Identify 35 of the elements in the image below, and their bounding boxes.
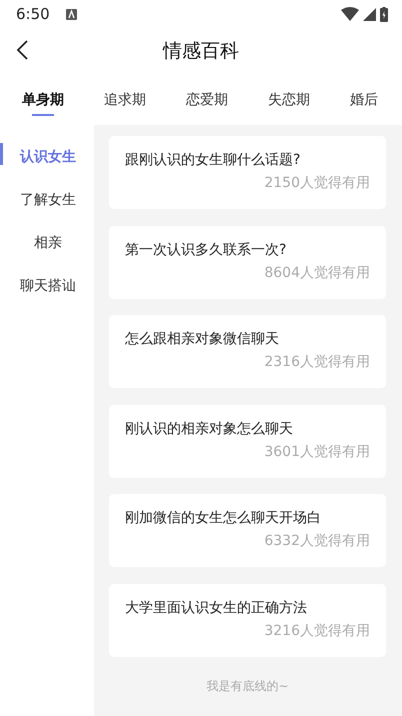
tab[interactable]: 追求期 bbox=[104, 75, 146, 125]
sidebar-item[interactable]: 了解女生 bbox=[0, 179, 94, 222]
useful-count: 3216人觉得有用 bbox=[263, 622, 370, 641]
article-title: 大学里面认识女生的正确方法 bbox=[125, 598, 308, 618]
article-title: 第一次认识多久联系一次? bbox=[125, 240, 288, 260]
useful-count: 6332人觉得有用 bbox=[263, 532, 370, 552]
article-card[interactable]: 刚加微信的女生怎么聊天开场白 6332人觉得有用 bbox=[109, 494, 386, 568]
signal-icon bbox=[363, 8, 376, 20]
sidebar-item[interactable]: 认识女生 bbox=[0, 136, 94, 179]
article-card[interactable]: 刚认识的相亲对象怎么聊天 3601人觉得有用 bbox=[109, 404, 386, 478]
wifi-icon bbox=[341, 7, 359, 21]
battery-icon bbox=[380, 6, 388, 22]
article-title: 刚认识的相亲对象怎么聊天 bbox=[125, 420, 294, 439]
article-card[interactable]: 跟刚认识的女生聊什么话题? 2150人觉得有用 bbox=[109, 136, 386, 209]
tab[interactable]: 恋爱期 bbox=[186, 75, 228, 125]
useful-count: 3601人觉得有用 bbox=[263, 442, 370, 462]
notification-icon bbox=[66, 8, 77, 20]
useful-count: 8604人觉得有用 bbox=[263, 264, 370, 283]
sidebar-item[interactable]: 聊天搭讪 bbox=[0, 265, 94, 308]
tab[interactable]: 失恋期 bbox=[268, 75, 310, 125]
status-time: 6:50 bbox=[16, 4, 50, 25]
tab[interactable]: 婚后 bbox=[350, 75, 378, 125]
useful-count: 2316人觉得有用 bbox=[263, 353, 370, 372]
end-of-list-text: 我是有底线的~ bbox=[205, 678, 290, 695]
article-title: 刚加微信的女生怎么聊天开场白 bbox=[125, 509, 322, 528]
article-title: 怎么跟相亲对象微信聊天 bbox=[125, 330, 280, 350]
useful-count: 2150人觉得有用 bbox=[263, 174, 370, 193]
article-title: 跟刚认识的女生聊什么话题? bbox=[125, 151, 302, 170]
article-card[interactable]: 怎么跟相亲对象微信聊天 2316人觉得有用 bbox=[109, 315, 386, 388]
tab[interactable]: 单身期 bbox=[22, 75, 64, 125]
sidebar-item[interactable]: 相亲 bbox=[0, 222, 94, 265]
back-icon[interactable] bbox=[16, 40, 28, 60]
article-card[interactable]: 第一次认识多久联系一次? 8604人觉得有用 bbox=[109, 226, 386, 299]
article-card[interactable]: 大学里面认识女生的正确方法 3216人觉得有用 bbox=[109, 584, 386, 657]
page-title: 情感百科 bbox=[163, 39, 239, 64]
